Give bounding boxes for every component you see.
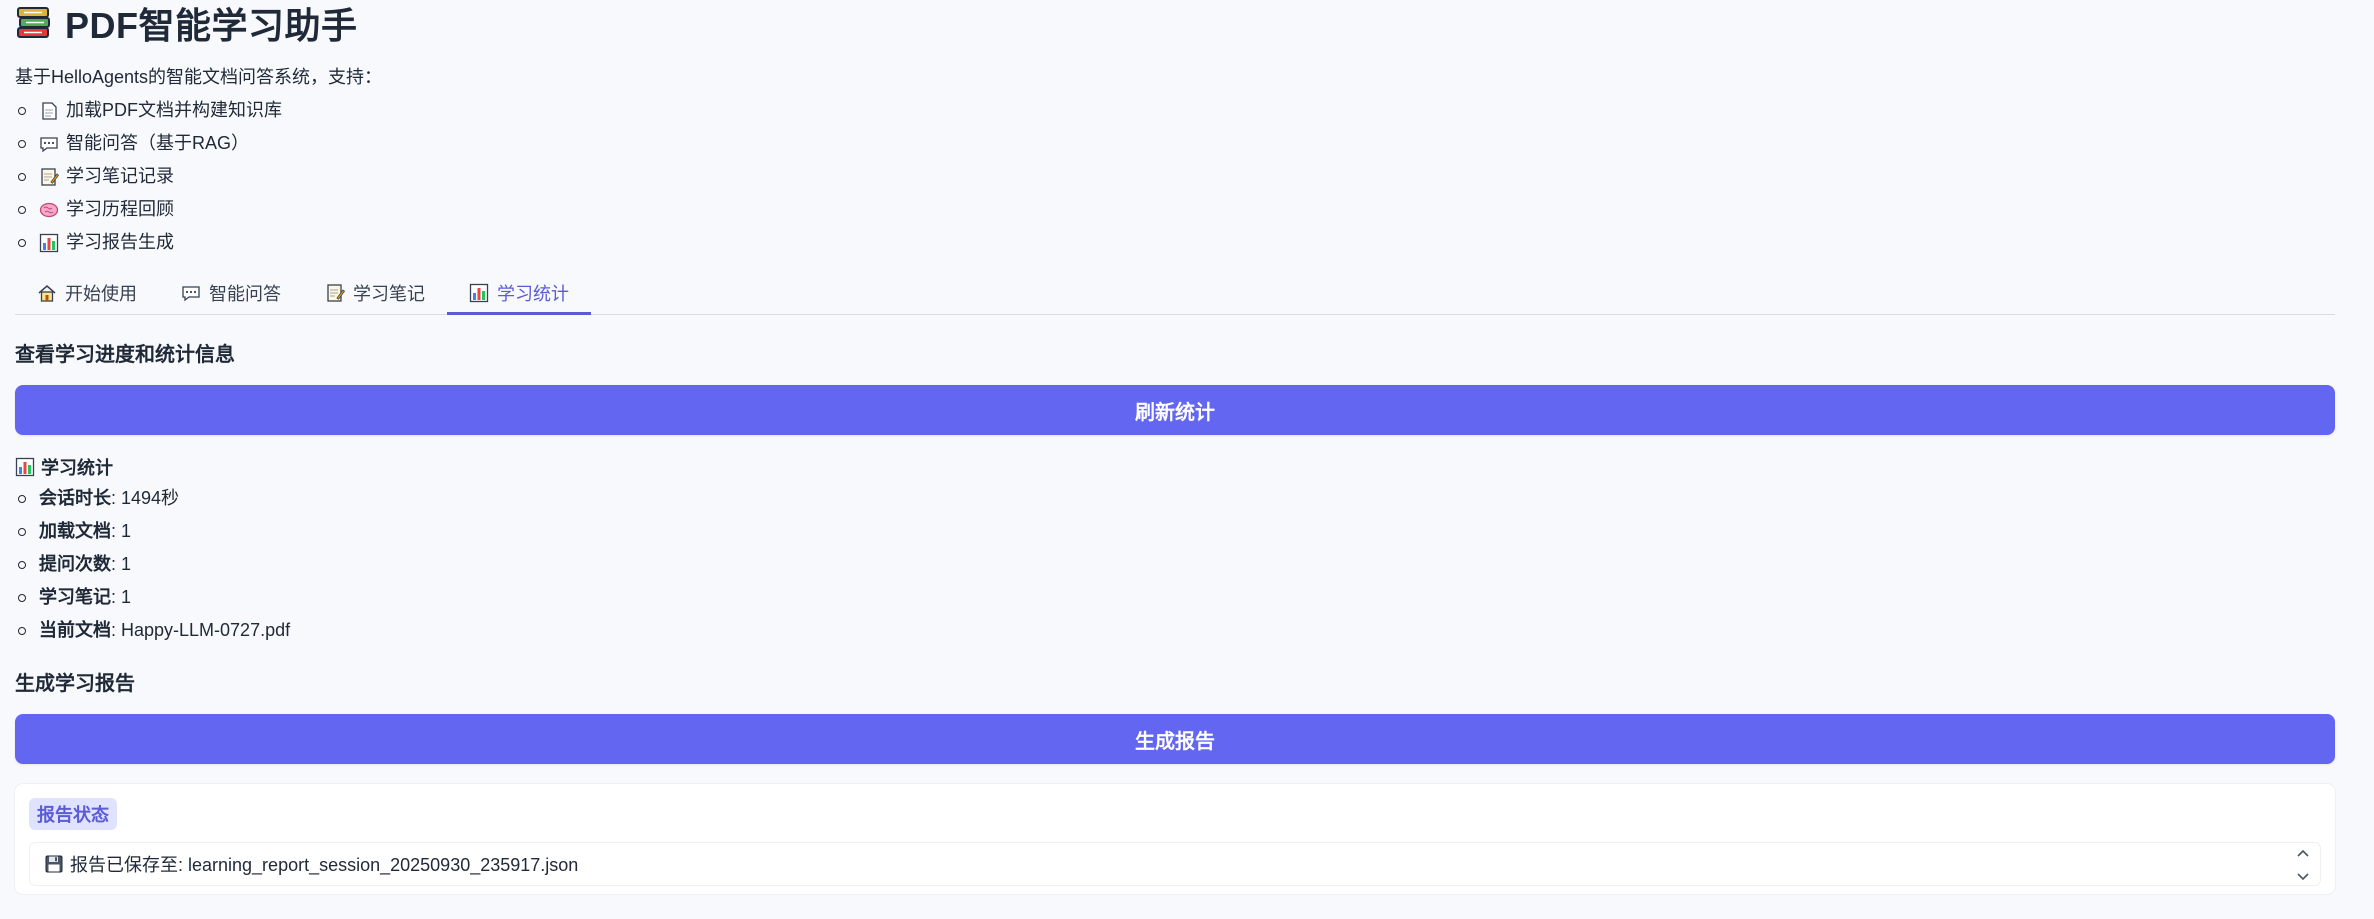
title-row: PDF智能学习助手 [15,0,2359,46]
refresh-stats-button[interactable]: 刷新统计 [15,385,2335,435]
list-item: 提问次数: 1 [18,548,815,581]
stat-value: : 1494秒 [111,488,180,508]
stat-key: 提问次数 [39,554,111,574]
tab-getting-started[interactable]: 开始使用 [15,272,159,313]
list-item: 当前文档: Happy-LLM-0727.pdf [18,614,815,647]
memo-icon [41,167,59,186]
list-item: 加载文档: 1 [18,515,815,548]
feature-label: 学习历程回顾 [66,199,174,219]
stats-heading: 查看学习进度和统计信息 [15,344,235,366]
status-textbox[interactable]: 报告已保存至: learning_report_session_20250930… [29,842,2321,886]
speech-bubble-icon [40,136,58,152]
chevron-down-icon[interactable] [2297,873,2309,881]
generate-report-button[interactable]: 生成报告 [15,714,2335,764]
page-title: PDF智能学习助手 [65,5,358,46]
feature-label: 学习笔记记录 [66,166,174,186]
feature-label: 智能问答（基于RAG） [66,133,250,153]
tab-label: 学习笔记 [353,283,425,304]
intro-text: 基于HelloAgents的智能文档问答系统，支持： [15,67,383,87]
stats-list: 会话时长: 1494秒 加载文档: 1 提问次数: 1 学习笔记: 1 当前文档… [15,482,815,647]
list-item: 加载PDF文档并构建知识库 [18,94,2359,127]
floppy-disk-icon [45,855,63,873]
tab-label: 学习统计 [497,283,569,304]
stat-key: 会话时长 [39,488,111,508]
tab-study-stats[interactable]: 学习统计 [447,272,591,315]
app-page: PDF智能学习助手 基于HelloAgents的智能文档问答系统，支持： 加载P… [0,0,2374,919]
tab-bar: 开始使用 智能问答 学习笔记 学习统计 [15,272,2335,315]
feature-label: 加载PDF文档并构建知识库 [66,100,282,120]
list-item: 学习报告生成 [18,226,2359,259]
list-item: 智能问答（基于RAG） [18,127,2359,160]
list-item: 学习历程回顾 [18,193,2359,226]
page-icon [42,101,57,120]
bar-chart-icon [469,283,489,302]
stat-value: : 1 [111,554,132,574]
feature-label: 学习报告生成 [66,232,174,252]
stats-title-text: 学习统计 [41,458,113,478]
stat-value: : Happy-LLM-0727.pdf [111,620,291,640]
feature-list: 加载PDF文档并构建知识库 智能问答（基于RAG） 学习笔记记录 学习历程回顾 … [15,94,2359,259]
books-icon [17,7,50,38]
bar-chart-icon [15,457,35,477]
stats-title: 学习统计 [15,452,815,482]
status-label: 报告状态 [29,798,117,830]
bar-chart-icon [39,233,59,252]
stat-value: : 1 [111,587,132,607]
tab-label: 开始使用 [65,283,137,304]
report-heading: 生成学习报告 [15,673,135,695]
house-icon [38,284,56,302]
list-item: 学习笔记记录 [18,160,2359,193]
chevron-up-icon[interactable] [2297,849,2309,857]
list-item: 学习笔记: 1 [18,581,815,614]
scroll-stepper[interactable] [2296,849,2310,881]
stats-block: 学习统计 会话时长: 1494秒 加载文档: 1 提问次数: 1 学习笔记: 1… [15,452,815,647]
list-item: 会话时长: 1494秒 [18,482,815,515]
tab-label: 智能问答 [209,283,281,304]
status-text: 报告已保存至: learning_report_session_20250930… [70,855,579,875]
tab-smart-qa[interactable]: 智能问答 [159,272,303,313]
speech-bubble-icon [182,285,200,301]
report-status-panel: 报告状态 报告已保存至: learning_report_session_202… [15,784,2335,894]
memo-icon [327,283,345,302]
brain-icon [39,202,59,217]
stat-value: : 1 [111,521,132,541]
stat-key: 加载文档 [39,521,111,541]
stat-key: 学习笔记 [39,587,111,607]
stat-key: 当前文档 [39,620,111,640]
tab-study-notes[interactable]: 学习笔记 [303,272,447,313]
